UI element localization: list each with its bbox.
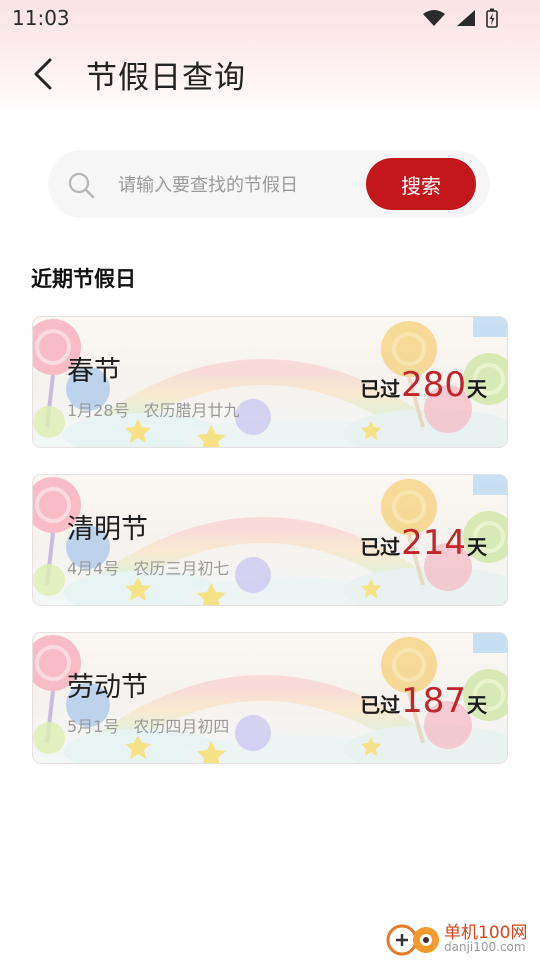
battery-icon [486, 8, 498, 28]
search-input[interactable] [116, 167, 350, 203]
holiday-name: 劳动节 [67, 672, 148, 703]
holiday-lunar-date: 农历三月初七 [133, 559, 230, 578]
holiday-lunar-date: 农历四月初四 [133, 717, 230, 736]
days-counter: 已过 214 天 [360, 523, 487, 563]
holiday-lunar-date: 农历腊月廿九 [143, 401, 240, 420]
search-bar: 搜索 [48, 150, 490, 218]
search-icon [68, 172, 95, 199]
days-unit: 天 [467, 377, 487, 401]
status-time: 11:03 [12, 6, 70, 30]
status-icons [422, 8, 498, 28]
holiday-card[interactable]: 春节 1月28号 农历腊月廿九 已过 280 天 [32, 316, 508, 448]
page-title: 节假日查询 [86, 60, 246, 96]
holiday-date: 1月28号 [67, 401, 130, 420]
holiday-date-row: 5月1号 农历四月初四 [67, 713, 229, 737]
holiday-card[interactable]: 劳动节 5月1号 农历四月初四 已过 187 天 [32, 632, 508, 764]
passed-label: 已过 [360, 377, 401, 401]
days-number: 214 [401, 523, 466, 563]
watermark-url: danji100.com [444, 940, 526, 954]
days-counter: 已过 187 天 [360, 681, 487, 721]
days-counter: 已过 280 天 [360, 365, 487, 405]
days-number: 187 [401, 681, 466, 721]
search-button[interactable]: 搜索 [366, 158, 476, 210]
chevron-left-icon [34, 58, 52, 90]
signal-icon [457, 10, 475, 26]
holiday-date-row: 4月4号 农历三月初七 [67, 555, 229, 579]
passed-label: 已过 [360, 535, 401, 559]
holiday-card[interactable]: 清明节 4月4号 农历三月初七 已过 214 天 [32, 474, 508, 606]
holiday-date: 5月1号 [67, 717, 120, 736]
holiday-name: 春节 [67, 356, 121, 387]
holiday-date: 4月4号 [67, 559, 120, 578]
header: 节假日查询 [0, 44, 540, 104]
days-unit: 天 [467, 535, 487, 559]
wifi-icon [423, 10, 445, 26]
passed-label: 已过 [360, 693, 401, 717]
holiday-date-row: 1月28号 农历腊月廿九 [67, 397, 240, 421]
days-number: 280 [401, 365, 466, 405]
days-unit: 天 [467, 693, 487, 717]
back-button[interactable] [26, 56, 62, 92]
status-bar: 11:03 [0, 0, 540, 36]
section-title: 近期节假日 [31, 267, 136, 291]
holiday-name: 清明节 [67, 514, 148, 545]
watermark: 单机100网 danji100.com [386, 918, 534, 958]
watermark-logo-icon [386, 924, 439, 956]
